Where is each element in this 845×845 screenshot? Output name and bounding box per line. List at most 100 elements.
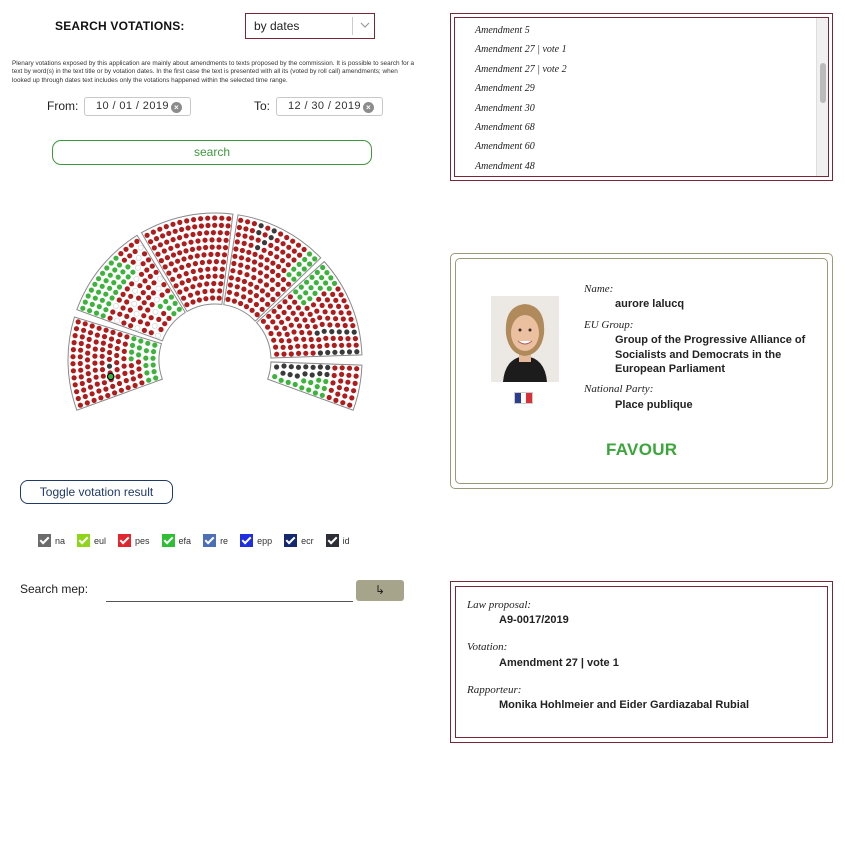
mep-seat[interactable] — [326, 394, 332, 401]
mep-seat[interactable] — [310, 317, 316, 323]
checkbox-icon[interactable] — [284, 534, 298, 547]
mep-seat[interactable] — [196, 297, 202, 303]
mep-seat[interactable] — [114, 367, 120, 373]
mep-seat[interactable] — [199, 274, 205, 280]
mep-seat[interactable] — [271, 337, 277, 343]
mep-seat[interactable] — [161, 248, 167, 254]
mep-seat[interactable] — [304, 323, 310, 329]
mep-seat[interactable] — [261, 240, 268, 246]
mep-seat[interactable] — [307, 261, 313, 267]
mep-seat[interactable] — [125, 264, 131, 270]
mep-seat[interactable] — [282, 325, 288, 331]
mep-seat[interactable] — [145, 307, 151, 313]
mep-seat[interactable] — [286, 244, 292, 250]
mep-seat[interactable] — [188, 239, 194, 245]
mep-seat[interactable] — [104, 265, 110, 271]
mep-seat[interactable] — [100, 347, 106, 353]
mep-seat[interactable] — [257, 278, 263, 284]
mep-seat[interactable] — [209, 237, 215, 243]
mep-seat[interactable] — [285, 253, 292, 259]
mep-seat[interactable] — [171, 311, 177, 317]
mep-seat[interactable] — [238, 262, 244, 268]
mep-seat[interactable] — [194, 253, 200, 259]
mep-seat[interactable] — [148, 315, 154, 321]
mep-seat[interactable] — [168, 294, 174, 300]
legend-item-efa[interactable]: efa — [161, 534, 191, 547]
mep-seat[interactable] — [306, 387, 312, 393]
mep-seat[interactable] — [166, 315, 172, 321]
mep-seat[interactable] — [270, 268, 276, 275]
mep-seat[interactable] — [124, 286, 130, 292]
mep-seat[interactable] — [99, 353, 105, 359]
mep-seat[interactable] — [220, 259, 227, 265]
mep-seat[interactable] — [101, 334, 108, 340]
mep-seat[interactable] — [238, 217, 244, 223]
mep-seat[interactable] — [227, 282, 233, 288]
mep-seat[interactable] — [281, 363, 287, 369]
mep-seat[interactable] — [117, 332, 123, 338]
mep-seat[interactable] — [216, 237, 222, 243]
mep-seat[interactable] — [92, 295, 98, 301]
mep-seat[interactable] — [86, 336, 92, 342]
mep-seat[interactable] — [105, 392, 111, 399]
mep-seat[interactable] — [181, 295, 187, 301]
mep-seat[interactable] — [294, 373, 300, 379]
mep-seat[interactable] — [79, 380, 85, 387]
mep-seat[interactable] — [280, 277, 287, 283]
mep-seat[interactable] — [202, 237, 208, 243]
mep-seat[interactable] — [218, 281, 224, 287]
mep-seat[interactable] — [312, 390, 318, 396]
amendment-item[interactable]: Amendment 29 — [475, 81, 567, 100]
mep-seat[interactable] — [346, 342, 352, 348]
mep-seat[interactable] — [135, 264, 141, 271]
mep-seat[interactable] — [121, 279, 127, 285]
mep-seat[interactable] — [317, 364, 323, 370]
mep-seat[interactable] — [125, 274, 131, 280]
mep-seat[interactable] — [150, 290, 156, 296]
mep-seat[interactable] — [140, 261, 146, 267]
mep-seat[interactable] — [198, 223, 204, 229]
mep-seat[interactable] — [151, 349, 157, 355]
mep-seat[interactable] — [124, 334, 130, 340]
mep-seat[interactable] — [265, 301, 271, 307]
mep-seat[interactable] — [238, 300, 244, 307]
mep-seat[interactable] — [251, 221, 257, 227]
mep-seat[interactable] — [100, 340, 106, 346]
mep-seat[interactable] — [343, 386, 350, 392]
mep-seat[interactable] — [299, 385, 305, 391]
mep-seat[interactable] — [296, 323, 303, 329]
legend-item-ecr[interactable]: ecr — [284, 534, 314, 547]
mep-seat[interactable] — [79, 334, 85, 340]
mep-seat[interactable] — [261, 247, 267, 253]
mep-seat[interactable] — [268, 242, 274, 248]
mep-seat[interactable] — [212, 266, 218, 272]
to-date-input[interactable]: 12 / 30 / 2019 × — [276, 97, 383, 116]
mep-seat[interactable] — [249, 228, 255, 234]
mep-seat[interactable] — [209, 288, 215, 294]
mep-seat[interactable] — [338, 292, 344, 298]
mep-seat[interactable] — [312, 290, 318, 296]
mep-seat[interactable] — [268, 330, 274, 337]
mep-seat[interactable] — [204, 281, 210, 287]
mep-seat[interactable] — [285, 379, 291, 385]
mep-seat[interactable] — [295, 305, 301, 311]
mep-seat[interactable] — [185, 225, 191, 231]
mep-seat[interactable] — [335, 286, 341, 292]
mep-seat[interactable] — [336, 385, 342, 391]
mep-seat[interactable] — [264, 273, 270, 279]
mep-seat[interactable] — [70, 354, 76, 360]
mep-seat[interactable] — [129, 349, 135, 355]
mep-seat[interactable] — [346, 365, 353, 371]
mep-seat[interactable] — [89, 301, 95, 307]
mep-seat[interactable] — [282, 299, 288, 305]
mep-seat[interactable] — [249, 307, 255, 313]
mep-seat[interactable] — [269, 277, 275, 283]
mep-seat[interactable] — [195, 238, 201, 244]
mep-seat[interactable] — [172, 300, 178, 306]
mep-seat[interactable] — [273, 325, 279, 331]
amendment-item[interactable]: Amendment 68 — [475, 120, 567, 139]
checkbox-icon[interactable] — [203, 534, 217, 547]
amendment-item[interactable]: Amendment 60 — [475, 139, 567, 158]
mep-seat[interactable] — [130, 376, 136, 382]
mep-seat[interactable] — [210, 295, 216, 301]
